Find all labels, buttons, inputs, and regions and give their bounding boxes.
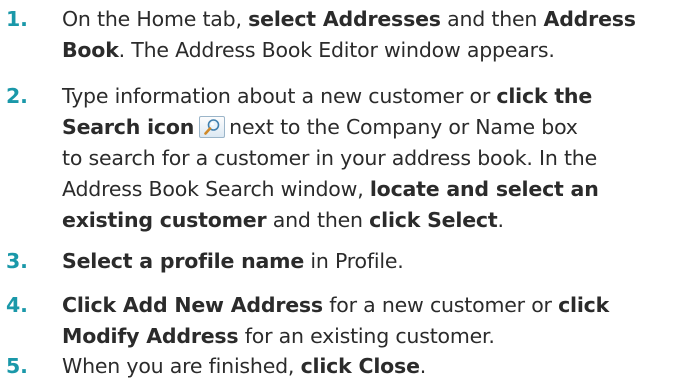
text: and then [440, 7, 544, 31]
step-text: When you are finished, click Close. [62, 351, 690, 382]
step-line: existing customer and then click Select. [62, 205, 690, 236]
bold-text: click Close [300, 354, 420, 378]
bold-text: click Select [369, 208, 498, 232]
text: On the Home tab, [62, 7, 249, 31]
step-number: 1. [6, 7, 28, 31]
text: and then [266, 208, 370, 232]
step-number: 4. [6, 293, 28, 317]
step-number: 3. [6, 249, 28, 273]
text: When you are finished, [62, 354, 301, 378]
bold-text: locate and select an [369, 177, 599, 201]
bold-text: click [558, 293, 610, 317]
text: Type information about a new customer or [62, 84, 497, 108]
step-line: Click Add New Address for a new customer… [62, 290, 690, 321]
step-5: 5. When you are finished, click Close. [0, 351, 694, 382]
step-text: Type information about a new customer or… [62, 81, 690, 236]
step-number: 2. [6, 84, 28, 108]
bold-text: Address [543, 7, 636, 31]
text: for an existing customer. [238, 324, 495, 348]
step-line: Address Book Search window, locate and s… [62, 174, 690, 205]
step-line: Select a profile name in Profile. [62, 246, 690, 277]
text: in Profile. [304, 249, 404, 273]
text: Address Book Search window, [62, 177, 370, 201]
text: . The Address Book Editor window appears… [118, 38, 555, 62]
step-2: 2. Type information about a new customer… [0, 81, 694, 236]
step-line: On the Home tab, select Addresses and th… [62, 4, 690, 35]
bold-text: Select a profile name [62, 249, 305, 273]
bold-text: Click Add New Address [62, 293, 323, 317]
bold-text: existing customer [62, 208, 267, 232]
bold-text: Search icon [62, 115, 195, 139]
step-line: Type information about a new customer or… [62, 81, 690, 112]
text: . [497, 208, 504, 232]
step-1: 1. On the Home tab, select Addresses and… [0, 4, 694, 66]
bold-text: Book [62, 38, 119, 62]
text: for a new customer or [322, 293, 559, 317]
step-text: Click Add New Address for a new customer… [62, 290, 690, 352]
step-text: Select a profile name in Profile. [62, 246, 690, 277]
text: to search for a customer in your address… [62, 146, 598, 170]
bold-text: click the [496, 84, 593, 108]
text: next to the Company or Name box [229, 115, 578, 139]
step-4: 4. Click Add New Address for a new custo… [0, 290, 694, 352]
instruction-steps: 1. On the Home tab, select Addresses and… [0, 0, 694, 386]
step-line: When you are finished, click Close. [62, 351, 690, 382]
step-line: to search for a customer in your address… [62, 143, 690, 174]
step-line: Book. The Address Book Editor window app… [62, 35, 690, 66]
step-text: On the Home tab, select Addresses and th… [62, 4, 690, 66]
step-number: 5. [6, 354, 28, 378]
step-3: 3. Select a profile name in Profile. [0, 246, 694, 277]
step-line: Modify Address for an existing customer. [62, 321, 690, 352]
text: . [419, 354, 427, 378]
step-line: Search icon next to the Company or Name b… [62, 112, 690, 143]
bold-text: select Addresses [248, 7, 441, 31]
bold-text: Modify Address [62, 324, 239, 348]
search-icon [199, 116, 226, 138]
